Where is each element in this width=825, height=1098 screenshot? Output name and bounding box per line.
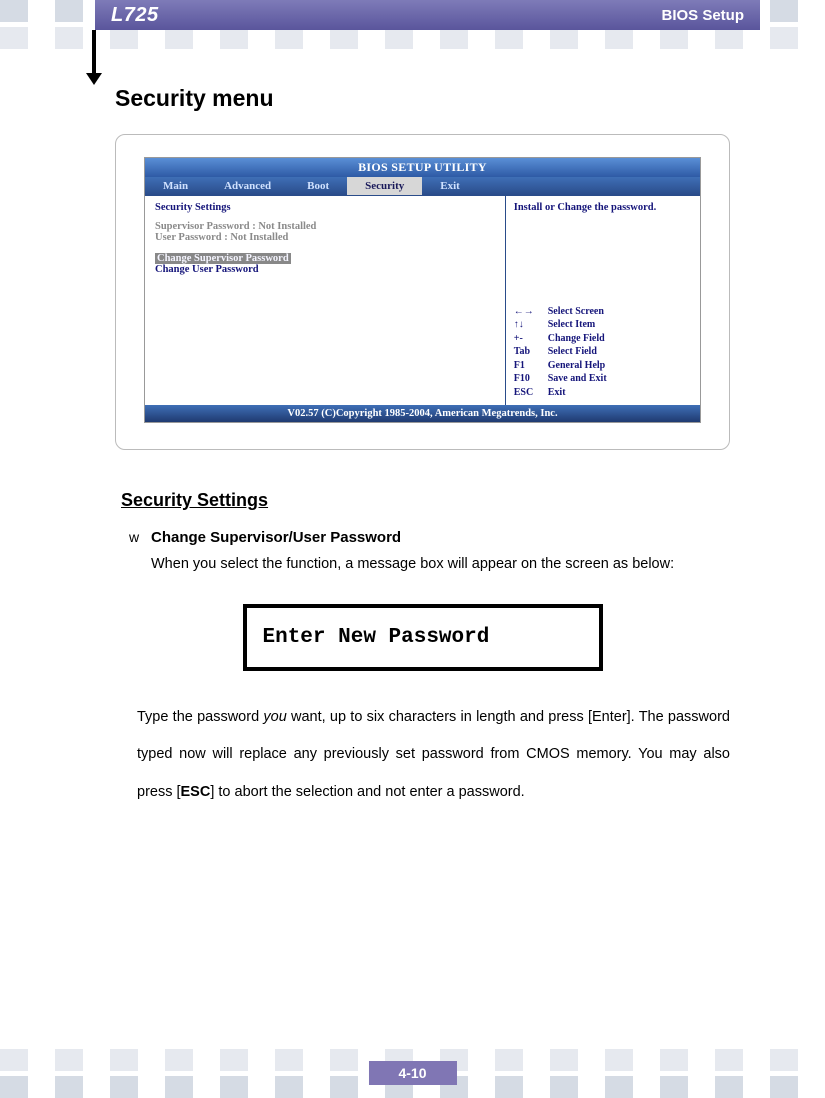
bios-screenshot-frame: BIOS SETUP UTILITY Main Advanced Boot Se… (115, 134, 730, 450)
key-desc: Select Screen (548, 305, 604, 319)
key: Tab (514, 345, 548, 359)
key: F10 (514, 372, 548, 386)
chapter-label: BIOS Setup (661, 7, 744, 24)
content-column: Security menu BIOS SETUP UTILITY Main Ad… (115, 85, 730, 1028)
model-label: L725 (111, 4, 159, 27)
key: ESC (514, 386, 548, 400)
key: ↑↓ (514, 318, 548, 332)
bios-key-legend: ←→Select Screen ↑↓Select Item +-Change F… (514, 305, 692, 400)
section-title: Security menu (115, 85, 730, 112)
bios-footer: V02.57 (C)Copyright 1985-2004, American … (145, 405, 700, 422)
bios-left-pane: Security Settings Supervisor Password : … (145, 196, 506, 405)
text: ] to abort the selection and not enter a… (210, 784, 524, 800)
key: +- (514, 332, 548, 346)
key: F1 (514, 359, 548, 373)
bios-tab-advanced[interactable]: Advanced (206, 177, 289, 195)
bios-tab-boot[interactable]: Boot (289, 177, 347, 195)
key-desc: Select Item (548, 318, 595, 332)
key-desc: Select Field (548, 345, 597, 359)
bios-item-change-user[interactable]: Change User Password (155, 264, 495, 275)
gutter-arrow-icon (92, 30, 96, 75)
text-italic: you (263, 709, 286, 725)
paragraph: When you select the function, a message … (151, 546, 730, 584)
text-bold: ESC (181, 784, 211, 800)
bullet-icon: w (129, 529, 151, 546)
bios-window: BIOS SETUP UTILITY Main Advanced Boot Se… (144, 157, 701, 423)
bios-tab-exit[interactable]: Exit (422, 177, 478, 195)
bios-right-pane: Install or Change the password. ←→Select… (506, 196, 700, 405)
bios-tab-main[interactable]: Main (145, 177, 206, 195)
bullet-title: Change Supervisor/User Password (151, 529, 401, 546)
subsection-title: Security Settings (121, 490, 730, 511)
bios-title-bar: BIOS SETUP UTILITY (145, 158, 700, 177)
text: Type the password (137, 709, 263, 725)
page-header-bar: L725 BIOS Setup (95, 0, 760, 30)
bios-help-text: Install or Change the password. (514, 202, 692, 213)
bios-tab-bar: Main Advanced Boot Security Exit (145, 177, 700, 195)
key-desc: General Help (548, 359, 606, 373)
bios-status-line: Supervisor Password : Not Installed (155, 221, 495, 232)
password-prompt-box: Enter New Password (243, 604, 603, 671)
key-desc: Save and Exit (548, 372, 607, 386)
decor-strip (0, 27, 825, 49)
key-desc: Exit (548, 386, 566, 400)
bios-body: Security Settings Supervisor Password : … (145, 195, 700, 405)
paragraph: Type the password you want, up to six ch… (137, 699, 730, 812)
bios-status-line: User Password : Not Installed (155, 232, 495, 243)
bios-section-heading: Security Settings (155, 202, 495, 213)
bios-item-change-supervisor[interactable]: Change Supervisor Password (155, 253, 291, 264)
bullet-row: w Change Supervisor/User Password (129, 529, 730, 546)
key: ←→ (514, 305, 548, 319)
bios-tab-security[interactable]: Security (347, 177, 422, 195)
key-desc: Change Field (548, 332, 605, 346)
page-number: 4-10 (368, 1061, 456, 1085)
